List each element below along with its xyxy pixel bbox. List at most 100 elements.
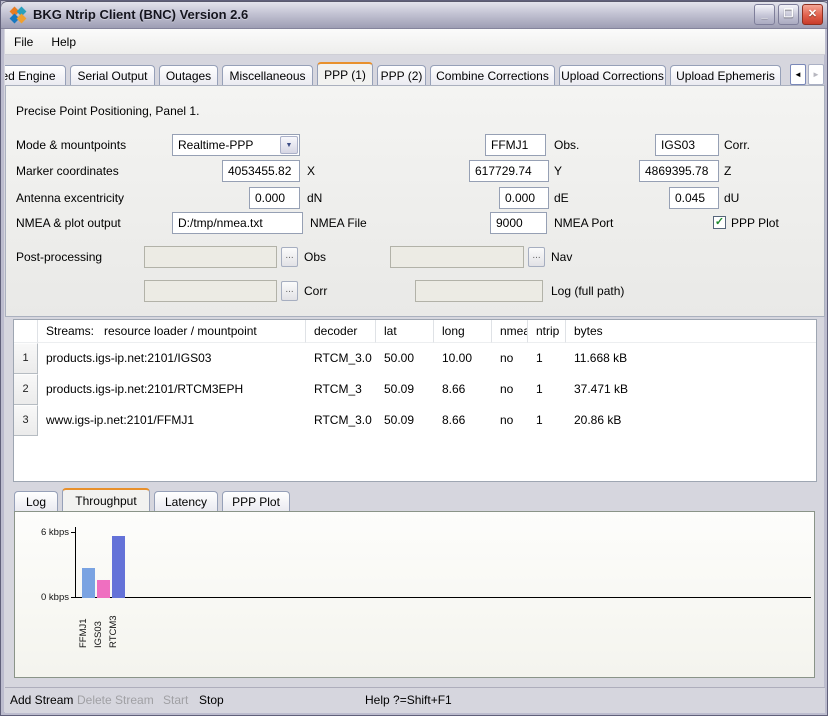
tab-ppp-2[interactable]: PPP (2) <box>377 65 426 86</box>
streams-table-header: Streams: resource loader / mountpoint de… <box>14 320 816 343</box>
nmea-port-input[interactable] <box>490 212 547 234</box>
scroll-left-icon: ◄ <box>794 70 802 79</box>
obs-label: Obs. <box>554 134 579 156</box>
start-button[interactable]: Start <box>163 693 188 707</box>
tab-throughput[interactable]: Throughput <box>62 488 150 512</box>
marker-x-label: X <box>307 160 315 182</box>
antenna-dn-input[interactable] <box>249 187 300 209</box>
row-number[interactable]: 3 <box>14 405 38 436</box>
obs-mountpoint-input[interactable] <box>485 134 546 156</box>
cell-bytes: 20.86 kB <box>566 405 816 436</box>
header-lat: lat <box>376 320 434 343</box>
cell-long: 8.66 <box>434 374 492 405</box>
post-corr-file-input[interactable] <box>144 280 277 302</box>
add-stream-button[interactable]: Add Stream <box>10 693 73 707</box>
cell-long: 8.66 <box>434 405 492 436</box>
tab-latency[interactable]: Latency <box>154 491 218 512</box>
window-title: BKG Ntrip Client (BNC) Version 2.6 <box>33 7 751 22</box>
post-nav-file-input[interactable] <box>390 246 524 268</box>
ppp1-page: Precise Point Positioning, Panel 1. Mode… <box>5 85 825 317</box>
bar-rtcm3 <box>112 536 125 598</box>
y-tick-top: 6 kbps <box>19 527 69 538</box>
header-long: long <box>434 320 492 343</box>
post-corr-browse-button[interactable]: ... <box>281 281 298 301</box>
antenna-de-label: dE <box>554 187 569 209</box>
header-ntrip: ntrip <box>528 320 566 343</box>
post-obs-file-input[interactable] <box>144 246 277 268</box>
stream-row[interactable]: 2 products.igs-ip.net:2101/RTCM3EPH RTCM… <box>14 374 816 405</box>
antenna-du-input[interactable] <box>669 187 719 209</box>
cell-decoder: RTCM_3 <box>306 374 376 405</box>
config-tabstrip: ed Engine Serial Output Outages Miscella… <box>5 62 788 86</box>
post-corr-label: Corr <box>304 280 327 302</box>
tab-upload-corrections[interactable]: Upload Corrections <box>559 65 666 86</box>
tab-scroll-left-button[interactable]: ◄ <box>790 64 806 85</box>
cell-lat: 50.09 <box>376 374 434 405</box>
marker-z-input[interactable] <box>639 160 719 182</box>
app-logo-icon <box>11 7 27 23</box>
nmea-file-label: NMEA File <box>310 212 367 234</box>
nmea-port-label: NMEA Port <box>554 212 613 234</box>
stream-row[interactable]: 3 www.igs-ip.net:2101/FFMJ1 RTCM_3.0 50.… <box>14 405 816 436</box>
tab-serial-output[interactable]: Serial Output <box>70 65 155 86</box>
bar-ffmj1 <box>82 568 95 598</box>
maximize-button[interactable]: ❒ <box>778 4 799 25</box>
tab-miscellaneous[interactable]: Miscellaneous <box>222 65 313 86</box>
header-decoder: decoder <box>306 320 376 343</box>
cell-nmea: no <box>492 343 528 374</box>
app-window: BKG Ntrip Client (BNC) Version 2.6 _ ❒ ✕… <box>0 0 828 716</box>
menu-help[interactable]: Help <box>42 31 85 53</box>
menu-bar: File Help <box>5 29 825 55</box>
header-bytes: bytes <box>566 320 816 343</box>
antenna-dn-label: dN <box>307 187 322 209</box>
antenna-label: Antenna excentricity <box>16 187 124 209</box>
cell-bytes: 11.668 kB <box>566 343 816 374</box>
title-bar: BKG Ntrip Client (BNC) Version 2.6 _ ❒ ✕ <box>1 1 828 29</box>
cell-mountpoint: www.igs-ip.net:2101/FFMJ1 <box>38 405 306 436</box>
close-button[interactable]: ✕ <box>802 4 823 25</box>
header-gutter <box>14 320 38 343</box>
tab-combine-corrections[interactable]: Combine Corrections <box>430 65 555 86</box>
tab-upload-ephemeris[interactable]: Upload Ephemeris <box>670 65 781 86</box>
corr-mountpoint-input[interactable] <box>655 134 719 156</box>
help-shortcut-label: Help ?=Shift+F1 <box>365 693 452 707</box>
mode-label: Mode & mountpoints <box>16 134 126 156</box>
output-tabstrip: Log Throughput Latency PPP Plot <box>14 488 294 512</box>
tab-ppp-plot[interactable]: PPP Plot <box>222 491 290 512</box>
cell-nmea: no <box>492 405 528 436</box>
row-number[interactable]: 1 <box>14 343 38 374</box>
nmea-label: NMEA & plot output <box>16 212 121 234</box>
ppp-plot-checkbox[interactable]: ✓ <box>713 216 726 229</box>
x-label-igs03: IGS03 <box>92 602 106 648</box>
cell-decoder: RTCM_3.0 <box>306 405 376 436</box>
menu-file[interactable]: File <box>5 31 42 53</box>
tab-outages[interactable]: Outages <box>159 65 218 86</box>
nmea-file-input[interactable] <box>172 212 303 234</box>
mode-combobox[interactable]: Realtime-PPP ▼ <box>172 134 300 156</box>
tab-ppp-1[interactable]: PPP (1) <box>317 62 373 86</box>
antenna-de-input[interactable] <box>499 187 549 209</box>
minimize-button[interactable]: _ <box>754 4 775 25</box>
post-nav-browse-button[interactable]: ... <box>528 247 545 267</box>
delete-stream-button[interactable]: Delete Stream <box>77 693 154 707</box>
post-obs-browse-button[interactable]: ... <box>281 247 298 267</box>
marker-x-input[interactable] <box>222 160 300 182</box>
cell-mountpoint: products.igs-ip.net:2101/RTCM3EPH <box>38 374 306 405</box>
ppp-plot-label: PPP Plot <box>731 212 779 234</box>
stop-button[interactable]: Stop <box>199 693 224 707</box>
post-log-file-input[interactable] <box>415 280 543 302</box>
tab-log[interactable]: Log <box>14 491 58 512</box>
post-log-label: Log (full path) <box>551 280 624 302</box>
throughput-chart: 6 kbps 0 kbps FFMJ1 IGS03 RTCM3 <box>14 511 815 678</box>
cell-lat: 50.09 <box>376 405 434 436</box>
x-label-ffmj1: FFMJ1 <box>77 602 91 648</box>
marker-y-label: Y <box>554 160 562 182</box>
tab-feed-engine[interactable]: ed Engine <box>5 65 66 86</box>
mode-combobox-value: Realtime-PPP <box>178 138 253 152</box>
tab-scroll-right-button[interactable]: ► <box>808 64 824 85</box>
cell-ntrip: 1 <box>528 405 566 436</box>
row-number[interactable]: 2 <box>14 374 38 405</box>
y-tick-bottom: 0 kbps <box>19 592 69 603</box>
stream-row[interactable]: 1 products.igs-ip.net:2101/IGS03 RTCM_3.… <box>14 343 816 374</box>
marker-y-input[interactable] <box>469 160 549 182</box>
